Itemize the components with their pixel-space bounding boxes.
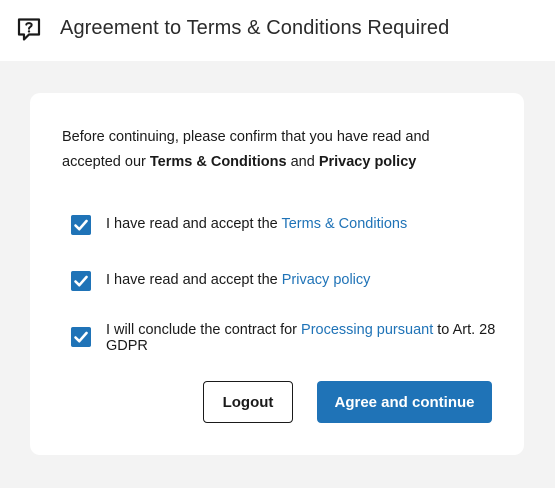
checkbox-processing[interactable] — [71, 327, 91, 347]
speech-bubble-question-icon — [16, 17, 42, 43]
intro-terms-bold: Terms & Conditions — [149, 154, 287, 170]
processing-link[interactable]: Processing pursuant — [301, 322, 433, 338]
checkmark-icon — [74, 331, 88, 343]
agree-and-continue-button[interactable]: Agree and continue — [317, 381, 492, 423]
checkmark-icon — [74, 219, 88, 231]
checkbox-row-terms: I have read and accept the Terms & Condi… — [71, 215, 496, 235]
checkbox-row-processing: I will conclude the contract for Process… — [71, 322, 496, 354]
checkbox-label-privacy: I have read and accept the Privacy polic… — [106, 271, 496, 288]
checkbox-label-processing-text: I will conclude the contract for — [106, 322, 302, 338]
intro-and-text: and — [286, 154, 319, 170]
checkbox-label-processing: I will conclude the contract for Process… — [106, 322, 496, 354]
checkbox-label-terms-text: I have read and accept the — [106, 216, 282, 232]
checkbox-label-terms: I have read and accept the Terms & Condi… — [106, 215, 496, 232]
page-header: Agreement to Terms & Conditions Required — [0, 0, 555, 61]
intro-privacy-bold: Privacy policy — [318, 154, 417, 170]
checkbox-terms[interactable] — [71, 215, 91, 235]
page-title: Agreement to Terms & Conditions Required — [60, 17, 450, 39]
checkmark-icon — [74, 275, 88, 287]
checkbox-privacy[interactable] — [71, 271, 91, 291]
logout-button[interactable]: Logout — [203, 381, 293, 423]
privacy-link[interactable]: Privacy policy — [282, 272, 371, 288]
intro-text: Before continuing, please confirm that y… — [62, 125, 482, 175]
terms-link[interactable]: Terms & Conditions — [281, 216, 407, 232]
agreement-card: Before continuing, please confirm that y… — [30, 93, 524, 455]
checkbox-row-privacy: I have read and accept the Privacy polic… — [71, 271, 496, 291]
checkbox-label-privacy-text: I have read and accept the — [106, 272, 282, 288]
